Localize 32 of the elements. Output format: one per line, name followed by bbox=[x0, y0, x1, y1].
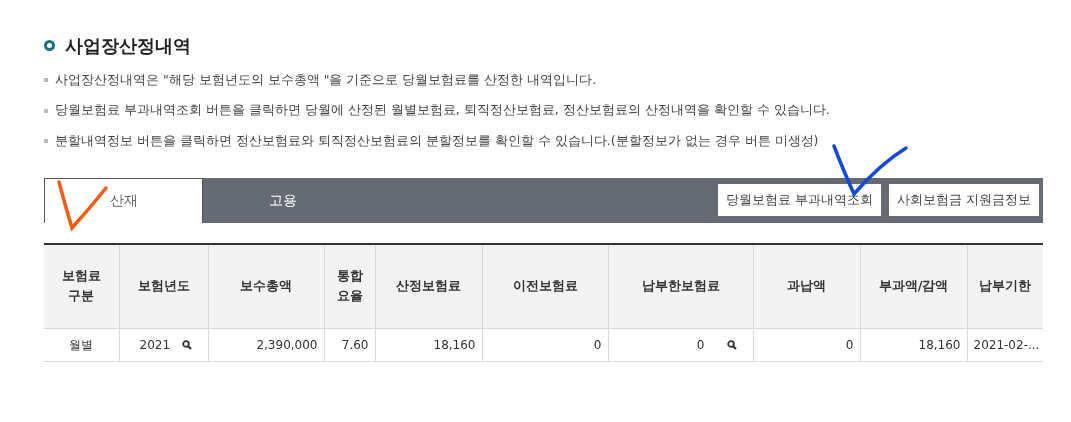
note-text: 사업장산정내역은 "해당 보험년도의 보수총액 "을 기준으로 당월보험료를 산정한 내역입니다. bbox=[55, 70, 597, 89]
search-icon[interactable] bbox=[181, 340, 192, 350]
column-header: 이전보험료 bbox=[482, 244, 608, 329]
bullet-icon bbox=[44, 139, 48, 144]
section-title: 사업장산정내역 bbox=[65, 34, 191, 58]
note-text: 당월보험료 부과내역조회 버튼을 클릭하면 당월에 산정된 월별보험료, 퇴직정산보험료, 정산보험료의 산정내역을 확인할 수 있습니다. bbox=[55, 101, 830, 120]
search-icon[interactable] bbox=[726, 340, 737, 350]
column-header: 부과액/감액 bbox=[860, 244, 967, 329]
table-cell: 0 bbox=[753, 328, 860, 362]
tab[interactable]: 산재 bbox=[44, 177, 203, 223]
column-header: 납부한보험료 bbox=[608, 244, 753, 329]
action-button[interactable]: 사회보험금 지원금정보 bbox=[889, 184, 1039, 216]
table-cell-text: 0 bbox=[696, 337, 705, 354]
table-cell: 0 bbox=[482, 328, 608, 362]
column-header: 보험료 구분 bbox=[44, 244, 119, 329]
table-cell: 7.60 bbox=[324, 328, 375, 362]
table-cell: 2,390,000 bbox=[208, 328, 324, 362]
table-cell-text: 2021 bbox=[139, 337, 171, 354]
column-header: 과납액 bbox=[753, 244, 860, 329]
bullet-icon bbox=[44, 40, 55, 51]
bullet-icon bbox=[44, 108, 48, 113]
column-header: 납부기한 bbox=[967, 244, 1043, 329]
table-cell: 18,160 bbox=[375, 328, 482, 362]
note-text: 분할내역정보 버튼을 클릭하면 정산보험료와 퇴직정산보험료의 분할정보를 확인할 수 있습니다.(분할정보가 없는 경우 버튼 미생성) bbox=[55, 131, 819, 150]
column-header: 보수총액 bbox=[208, 244, 324, 329]
table-cell: 월별 bbox=[44, 328, 119, 362]
column-header: 산정보험료 bbox=[375, 244, 482, 329]
column-header: 통합 요율 bbox=[324, 244, 375, 329]
table-cell: 18,160 bbox=[860, 328, 967, 362]
action-button[interactable]: 당월보험료 부과내역조회 bbox=[718, 184, 881, 216]
bullet-icon bbox=[44, 78, 48, 83]
column-header: 보험년도 bbox=[119, 244, 208, 329]
